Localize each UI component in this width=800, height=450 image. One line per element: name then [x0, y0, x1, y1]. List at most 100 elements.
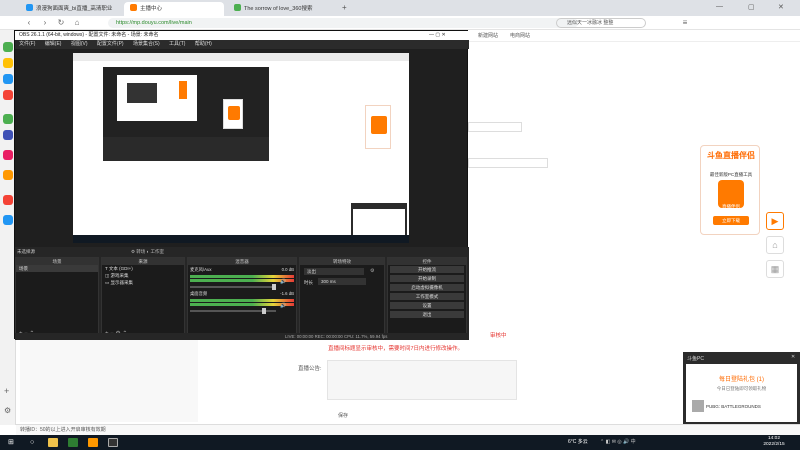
windows-taskbar: ⊞ ○ 6°C 多云 ⌃ ◧ ✉ ◎ 🔊 中 14:02 2022/2/15	[0, 435, 800, 450]
refresh-icon[interactable]: ↻	[56, 18, 66, 28]
speaker-icon[interactable]: 🔊	[280, 279, 286, 285]
dock-app-icon[interactable]	[3, 58, 13, 68]
gallery-icon[interactable]: ▦	[766, 260, 784, 278]
url-field[interactable]: https://mp.douyu.com/live/main	[108, 18, 578, 28]
browser-icon[interactable]	[68, 438, 78, 447]
menu-tools[interactable]: 工具(T)	[165, 41, 189, 47]
maximize-icon[interactable]: ▢	[748, 3, 755, 11]
obs-menu-bar: 文件(F) 编辑(E) 视图(V) 配置文件(P) 场景集合(S) 工具(T) …	[15, 40, 469, 49]
scenes-panel: 场景 场景 + − ⌃ ⌄	[15, 257, 99, 339]
add-icon[interactable]: +	[4, 386, 9, 396]
slider-knob[interactable]	[262, 308, 266, 314]
menu-edit[interactable]: 编辑(E)	[41, 41, 66, 47]
tab-3[interactable]: The sorrow of love_360搜索	[228, 2, 338, 16]
exit-button[interactable]: 退出	[390, 311, 464, 318]
obs-status-bar: LIVE: 00:00:00 REC: 00:00:00 CPU: 11.7%,…	[15, 333, 469, 340]
volume-meter	[190, 275, 294, 278]
tab-2[interactable]: 主播中心	[124, 2, 224, 16]
clock[interactable]: 14:02 2022/2/15	[752, 436, 796, 448]
dock-app-icon[interactable]	[3, 114, 13, 124]
start-recording-button[interactable]: 开始录制	[390, 275, 464, 282]
preview-nested-banner	[179, 81, 187, 99]
obs-window: OBS 26.1.1 (64-bit, windows) - 配置文件: 未命名…	[14, 30, 469, 340]
dock-app-icon[interactable]	[3, 42, 13, 52]
virtual-camera-button[interactable]: 启动虚拟摄像机	[390, 284, 464, 291]
obs-icon[interactable]	[108, 438, 118, 447]
home-icon[interactable]: ⌂	[766, 236, 784, 254]
speaker-icon[interactable]: 🔊	[280, 303, 286, 309]
menu-file[interactable]: 文件(F)	[15, 41, 39, 47]
tab-1[interactable]: 浪漫狗面面爽_bi直播_高清职业	[20, 2, 120, 16]
banner-title: 斗鱼直播伴侣	[707, 151, 755, 160]
slider-knob[interactable]	[272, 284, 276, 290]
bookmark-item[interactable]: 新建网站	[478, 32, 498, 40]
douyu-icon[interactable]	[88, 438, 98, 447]
home-icon[interactable]: ⌂	[72, 18, 82, 28]
scene-item[interactable]: 场景	[16, 265, 98, 272]
bookmark-item[interactable]: 电商网站	[510, 32, 530, 40]
text-input[interactable]	[468, 158, 548, 168]
dock-app-icon[interactable]	[3, 195, 13, 205]
duration-input[interactable]: 300 ms	[318, 278, 366, 285]
studio-mode-button[interactable]: 工作室模式	[390, 293, 464, 300]
close-icon[interactable]: ✕	[778, 3, 784, 11]
preview-banner-small	[223, 99, 243, 129]
minimize-icon[interactable]: —	[716, 3, 723, 10]
save-button[interactable]: 保存	[338, 412, 348, 419]
toggle-label: 工作室	[150, 249, 165, 254]
menu-scene-collection[interactable]: 场景集合(S)	[129, 41, 164, 47]
douyu-companion-banner[interactable]: 斗鱼直播伴侣 最佳新版PC直播工具 直播伴侣 立即下载	[700, 145, 760, 235]
search-icon[interactable]: ○	[30, 438, 34, 447]
source-item[interactable]: ▭ 显示器采集	[102, 279, 184, 286]
announce-label: 直播公告:	[298, 366, 322, 372]
review-status: 审核中	[490, 333, 507, 339]
controls-panel: 控件 开始推流 开始录制 启动虚拟摄像机 工作室模式 设置 退出	[387, 257, 467, 339]
settings-button[interactable]: 设置	[390, 302, 464, 309]
preview-banner	[365, 105, 391, 149]
dock-app-icon[interactable]	[3, 74, 13, 84]
text-input[interactable]	[468, 122, 522, 132]
weather-widget[interactable]: 6°C 多云	[568, 438, 588, 447]
announce-textarea[interactable]	[327, 360, 517, 400]
panel-header: 转场特效	[300, 258, 384, 265]
settings-icon[interactable]: ⚙	[4, 406, 11, 415]
file-explorer-icon[interactable]	[48, 438, 58, 447]
dock-app-icon[interactable]	[3, 170, 13, 180]
new-tab-icon[interactable]: +	[342, 3, 347, 12]
obs-preview-canvas[interactable]	[73, 53, 409, 243]
banner-subtitle: 最佳新版PC直播工具	[709, 172, 753, 177]
menu-icon[interactable]: ≡	[680, 18, 690, 28]
menu-view[interactable]: 视图(V)	[67, 41, 92, 47]
volume-slider[interactable]	[190, 284, 276, 290]
gear-icon[interactable]: ⚙	[370, 268, 374, 274]
back-icon[interactable]: ‹	[24, 18, 34, 28]
menu-profile[interactable]: 配置文件(P)	[93, 41, 128, 47]
forward-icon[interactable]: ›	[40, 18, 50, 28]
mixer-channel: 麦克风/Aux 0.0 dB 🔊	[190, 267, 294, 290]
search-input[interactable]: 远似天一冰融冰 整整	[556, 18, 646, 28]
tab-favicon-icon	[234, 4, 241, 11]
start-streaming-button[interactable]: 开始推流	[390, 266, 464, 273]
preview-taskbar	[73, 235, 409, 243]
tab-label: 主播中心	[140, 6, 163, 12]
menu-help[interactable]: 帮助(H)	[191, 41, 216, 47]
notification-toast[interactable]: 斗鱼PC ✕ 每日登陆礼包 (1) 今日已登陆即可领取礼物 PUBG: BATT…	[683, 352, 800, 424]
source-item[interactable]: ◫ 游戏采集	[102, 272, 184, 279]
tab-favicon-icon	[26, 4, 33, 11]
dock-app-icon[interactable]	[3, 215, 13, 225]
play-icon[interactable]: ▶	[766, 212, 784, 230]
windows-start-icon[interactable]: ⊞	[8, 438, 14, 447]
tray-icons[interactable]: ⌃ ◧ ✉ ◎ 🔊 中	[600, 438, 636, 447]
transition-select[interactable]: 淡出	[304, 268, 364, 275]
review-notice: 直播间标题显示审核中，需要时间7日内进行修改操作。	[328, 346, 464, 352]
transition-toggle[interactable]: ⚙ 转场 ◐ 工作室	[131, 249, 164, 255]
window-controls[interactable]: — ▢ ✕	[429, 31, 446, 40]
close-icon[interactable]: ✕	[791, 354, 795, 360]
dock-app-icon[interactable]	[3, 130, 13, 140]
preview-nested-obs	[127, 83, 157, 103]
source-item[interactable]: T 文本 (GDI+)	[102, 265, 184, 272]
dock-app-icon[interactable]	[3, 90, 13, 100]
dock-app-icon[interactable]	[3, 150, 13, 160]
volume-slider[interactable]	[190, 308, 276, 314]
download-button[interactable]: 立即下载	[713, 216, 749, 225]
